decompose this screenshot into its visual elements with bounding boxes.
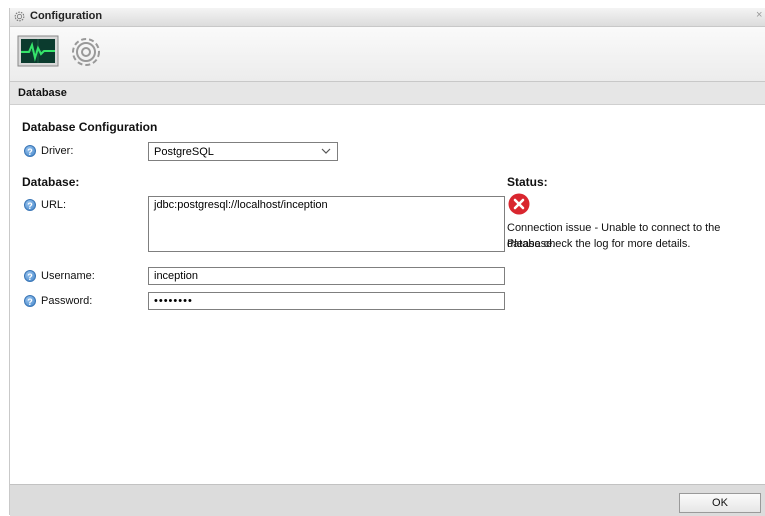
config-heading: Database Configuration (22, 120, 158, 134)
window-title: Configuration (30, 10, 103, 22)
chevron-down-icon (321, 148, 331, 154)
status-message-line2: Please check the log for more details. (507, 238, 691, 250)
section-header: Database (10, 82, 765, 105)
url-textarea[interactable]: jdbc:postgresql://localhost/inception (148, 196, 505, 252)
driver-label: Driver: (41, 145, 74, 157)
toolbar-monitor-button[interactable] (16, 30, 60, 74)
help-icon[interactable]: ? (24, 145, 36, 157)
section-title: Database (18, 87, 67, 99)
driver-value: PostgreSQL (154, 145, 214, 158)
title-bar: Configuration × (10, 8, 765, 27)
toolbar-settings-button[interactable] (64, 30, 108, 74)
help-icon[interactable]: ? (24, 270, 36, 282)
help-icon[interactable]: ? (24, 295, 36, 307)
monitor-icon (17, 35, 59, 67)
password-input[interactable]: •••••••• (148, 292, 505, 310)
url-label: URL: (41, 199, 67, 211)
ok-button[interactable]: OK (679, 493, 761, 513)
database-heading: Database: (22, 175, 80, 189)
url-label-row: ? URL: (24, 199, 66, 211)
configuration-window: Configuration × Database Database Config… (9, 8, 765, 516)
driver-label-row: ? Driver: (24, 145, 73, 157)
close-icon[interactable]: × (756, 9, 764, 23)
status-heading: Status: (507, 175, 548, 189)
error-icon (508, 193, 530, 215)
footer-bar: OK (10, 484, 765, 516)
password-label-row: ? Password: (24, 295, 92, 307)
username-input[interactable]: inception (148, 267, 505, 285)
gear-icon (72, 38, 100, 66)
username-label: Username: (41, 270, 95, 282)
database-config-panel: Database Configuration ? Driver: Postgre… (10, 105, 765, 490)
username-label-row: ? Username: (24, 270, 95, 282)
driver-select[interactable]: PostgreSQL (148, 142, 338, 161)
toolbar (10, 27, 765, 82)
help-icon[interactable]: ? (24, 199, 36, 211)
password-label: Password: (41, 295, 93, 307)
gear-icon (14, 11, 25, 22)
